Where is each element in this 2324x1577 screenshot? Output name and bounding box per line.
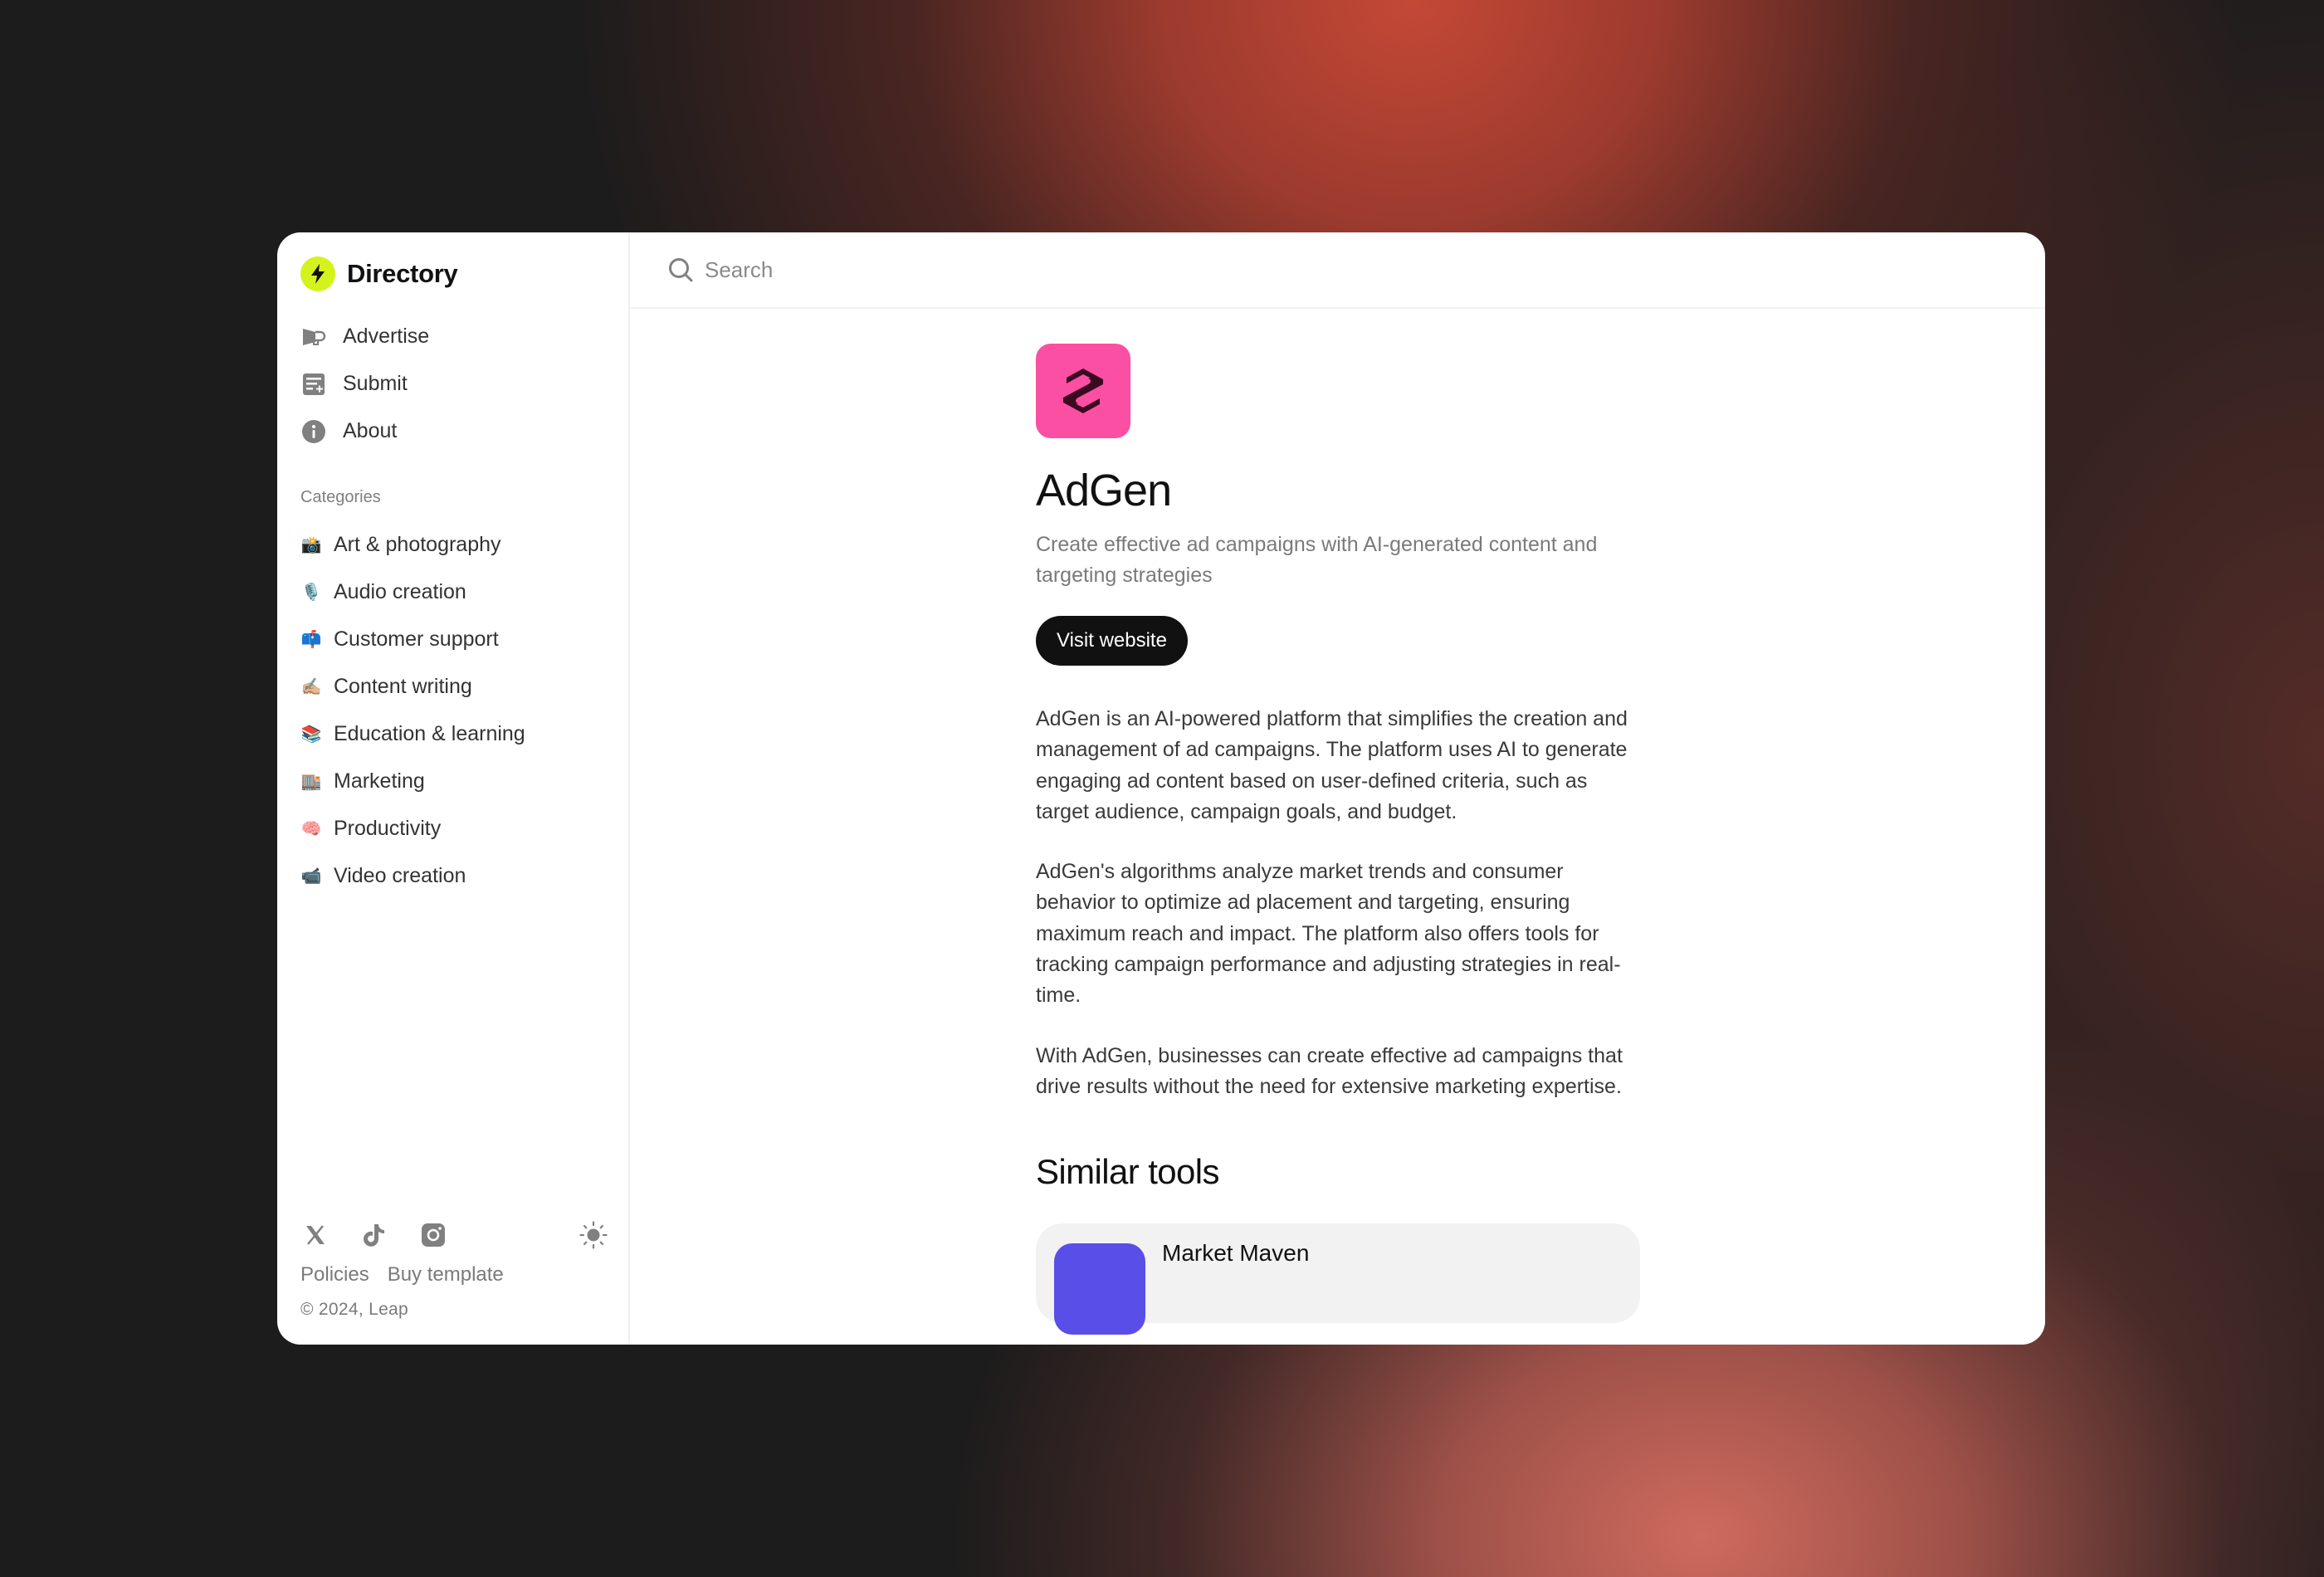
category-label: Productivity [334, 817, 442, 840]
tiktok-icon[interactable] [359, 1220, 389, 1250]
category-productivity[interactable]: 🧠 Productivity [300, 805, 605, 852]
category-label: Audio creation [334, 580, 466, 603]
mailbox-icon: 📫 [300, 630, 322, 649]
category-label: Customer support [334, 627, 499, 651]
sidebar-footer: Policies Buy template © 2024, Leap [300, 1218, 608, 1320]
description-paragraph: With AdGen, businesses can create effect… [1036, 1043, 1623, 1098]
similar-tools-heading: Similar tools [1036, 1152, 1220, 1192]
similar-tool-card[interactable]: Market Maven [1036, 1223, 1640, 1335]
category-customer-support[interactable]: 📫 Customer support [300, 616, 605, 663]
brand-name: Directory [347, 259, 458, 288]
search-icon [666, 256, 695, 284]
description-paragraph: AdGen's algorithms analyze market trends… [1036, 860, 1621, 1008]
category-label: Video creation [334, 864, 466, 887]
similar-tool-name: Market Maven [1162, 1240, 1310, 1267]
app-window: Directory Advertise Submit About Categor… [277, 232, 2045, 1345]
category-art-photography[interactable]: 📸 Art & photography [300, 521, 605, 569]
policies-link[interactable]: Policies [300, 1263, 369, 1286]
copyright: © 2024, Leap [300, 1300, 409, 1319]
footer-links: Policies Buy template [300, 1263, 605, 1286]
tool-title: AdGen [1036, 466, 1172, 515]
tool-tagline: Create effective ad campaigns with AI-ge… [1036, 533, 1598, 587]
brain-icon: 🧠 [300, 819, 322, 838]
search-input[interactable] [705, 256, 1867, 283]
buy-template-link[interactable]: Buy template [388, 1263, 504, 1286]
instagram-icon[interactable] [418, 1220, 448, 1250]
social-links [300, 1218, 608, 1252]
description-paragraph: AdGen is an AI-powered platform that sim… [1036, 707, 1628, 823]
camera-flash-icon: 📸 [300, 535, 322, 554]
category-label: Marketing [334, 769, 425, 793]
main-nav: Advertise Submit About [300, 313, 605, 455]
sun-icon[interactable] [577, 1218, 610, 1252]
nav-item-about[interactable]: About [300, 408, 605, 455]
search-bar [630, 232, 2045, 309]
brand[interactable]: Directory [300, 253, 605, 295]
x-icon[interactable] [300, 1220, 330, 1250]
category-content-writing[interactable]: ✍🏼 Content writing [300, 663, 605, 710]
sidebar: Directory Advertise Submit About Categor… [277, 232, 630, 1345]
info-icon [300, 418, 327, 445]
submit-form-icon [300, 371, 327, 398]
category-education-learning[interactable]: 📚 Education & learning [300, 710, 605, 758]
main-panel: AdGen Create effective ad campaigns with… [630, 232, 2045, 1345]
category-label: Education & learning [334, 722, 525, 745]
video-camera-icon: 📹 [300, 867, 322, 886]
categories-list: 📸 Art & photography 🎙️ Audio creation 📫 … [300, 521, 605, 900]
tool-logo [1036, 344, 1130, 438]
megaphone-icon [300, 324, 327, 350]
category-marketing[interactable]: 🏬 Marketing [300, 758, 605, 805]
visit-website-button[interactable]: Visit website [1036, 616, 1188, 666]
category-label: Content writing [334, 675, 472, 698]
tool-detail: AdGen Create effective ad campaigns with… [1036, 344, 1642, 1335]
nav-item-submit[interactable]: Submit [300, 360, 605, 408]
tool-description: AdGen is an AI-powered platform that sim… [1036, 704, 1642, 1102]
writing-hand-icon: ✍🏼 [300, 677, 322, 696]
nav-label: Advertise [343, 325, 430, 348]
similar-tool-logo [1054, 1243, 1145, 1335]
microphone-icon: 🎙️ [300, 583, 322, 602]
department-store-icon: 🏬 [300, 772, 322, 791]
books-icon: 📚 [300, 725, 322, 744]
adgen-logo-icon [1063, 369, 1103, 413]
category-video-creation[interactable]: 📹 Video creation [300, 852, 605, 900]
category-label: Art & photography [334, 533, 501, 556]
nav-label: Submit [343, 372, 408, 395]
category-audio-creation[interactable]: 🎙️ Audio creation [300, 569, 605, 616]
lightning-bolt-icon [300, 256, 335, 291]
nav-label: About [343, 419, 398, 442]
nav-item-advertise[interactable]: Advertise [300, 313, 605, 360]
categories-header: Categories [300, 488, 381, 506]
